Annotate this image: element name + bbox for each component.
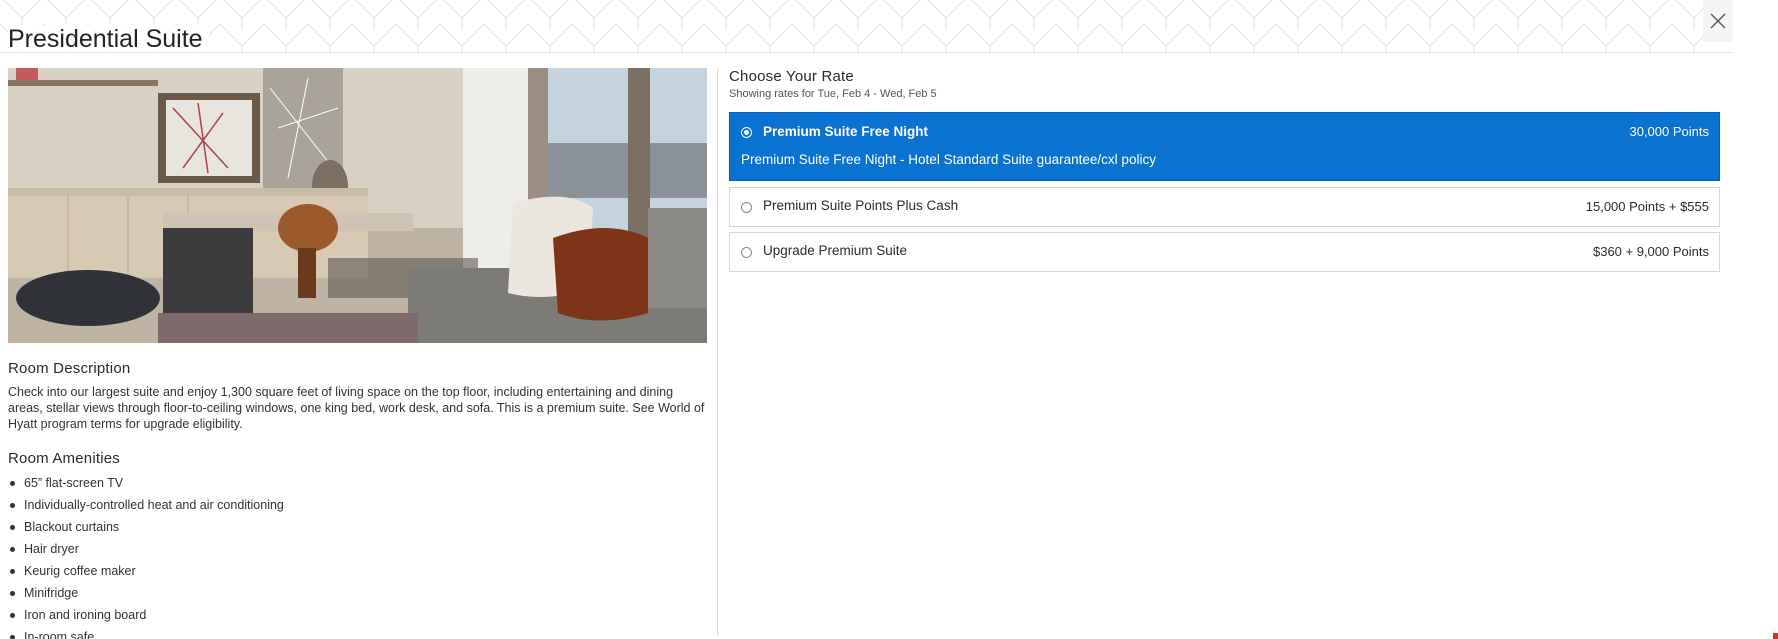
corner-mark <box>1773 633 1778 639</box>
header-pattern-stroke <box>751 0 789 19</box>
header-pattern-stroke <box>1367 0 1405 19</box>
amenity-item: Iron and ironing board <box>8 604 284 626</box>
amenity-label: 65” flat-screen TV <box>24 476 124 490</box>
bullet-icon <box>10 547 15 552</box>
header-pattern-stroke <box>1499 0 1537 19</box>
header-pattern-stroke <box>1235 0 1273 19</box>
header-pattern-stroke <box>1631 0 1669 19</box>
close-button[interactable] <box>1703 0 1733 42</box>
header-pattern-stroke <box>223 0 261 19</box>
rate-price: 15,000 Points + $555 <box>1585 199 1709 214</box>
amenities-list: 65” flat-screen TV Individually-controll… <box>8 472 284 639</box>
header-pattern-stroke <box>487 0 525 19</box>
bullet-icon <box>10 525 15 530</box>
amenity-item: In-room safe <box>8 626 284 639</box>
amenity-item: Minifridge <box>8 582 284 604</box>
rate-name: Upgrade Premium Suite <box>763 243 908 258</box>
header-pattern-stroke <box>1455 0 1493 19</box>
rate-price: $360 + 9,000 Points <box>1592 244 1709 259</box>
rate-name: Premium Suite Free Night <box>763 124 929 139</box>
modal-header: Presidential Suite <box>0 0 1733 53</box>
header-pattern-stroke <box>575 0 613 19</box>
room-amenities-heading: Room Amenities <box>8 450 121 467</box>
rate-option-upgrade-premium-suite[interactable]: Upgrade Premium Suite $360 + 9,000 Point… <box>729 232 1720 272</box>
room-details-modal: Presidential Suite Room Description Chec… <box>0 0 1733 639</box>
header-pattern-stroke <box>1103 0 1141 19</box>
bullet-icon <box>10 481 15 486</box>
header-pattern-stroke <box>1323 0 1361 19</box>
header-pattern-stroke <box>883 0 921 19</box>
header-pattern-stroke <box>47 0 85 19</box>
header-pattern-stroke <box>3 0 41 19</box>
header-pattern-stroke <box>663 0 701 19</box>
close-icon <box>1710 13 1726 29</box>
header-pattern-stroke <box>707 0 745 19</box>
header-pattern-stroke <box>1279 0 1317 19</box>
panel-divider <box>717 68 718 636</box>
header-pattern-stroke <box>1411 0 1449 19</box>
header-pattern-stroke <box>91 0 129 19</box>
header-pattern-stroke <box>1059 0 1097 19</box>
header-pattern-stroke <box>1147 0 1185 19</box>
amenity-label: Iron and ironing board <box>24 608 147 622</box>
bullet-icon <box>10 569 15 574</box>
rate-dates-subheading: Showing rates for Tue, Feb 4 - Wed, Feb … <box>729 88 937 100</box>
amenity-label: In-room safe <box>24 630 95 639</box>
choose-rate-heading: Choose Your Rate <box>729 68 854 85</box>
amenity-item: Individually-controlled heat and air con… <box>8 494 284 516</box>
header-pattern-stroke <box>1015 0 1053 19</box>
header-pattern-stroke <box>1587 0 1625 19</box>
room-description-text: Check into our largest suite and enjoy 1… <box>8 385 705 431</box>
amenity-item: Blackout curtains <box>8 516 284 538</box>
bullet-icon <box>10 635 15 639</box>
header-pattern-stroke <box>619 0 657 19</box>
rate-price: 30,000 Points <box>1629 124 1709 139</box>
rate-option-points-plus-cash[interactable]: Premium Suite Points Plus Cash 15,000 Po… <box>729 187 1720 227</box>
amenity-label: Blackout curtains <box>24 520 120 534</box>
header-pattern-stroke <box>399 0 437 19</box>
header-pattern-stroke <box>971 0 1009 19</box>
header-pattern-stroke <box>927 0 965 19</box>
bullet-icon <box>10 613 15 618</box>
bullet-icon <box>10 503 15 508</box>
rate-name: Premium Suite Points Plus Cash <box>763 198 959 213</box>
rate-option-premium-suite-free-night[interactable]: Premium Suite Free Night 30,000 Points P… <box>729 112 1720 181</box>
header-pattern-stroke <box>839 0 877 19</box>
header-pattern-stroke <box>179 0 217 19</box>
header-pattern-stroke <box>355 0 393 19</box>
bullet-icon <box>10 591 15 596</box>
header-pattern-stroke <box>135 0 173 19</box>
room-description-heading: Room Description <box>8 360 131 377</box>
radio-icon[interactable] <box>741 247 752 258</box>
page-title: Presidential Suite <box>8 24 209 52</box>
amenity-item: Hair dryer <box>8 538 284 560</box>
header-pattern-stroke <box>311 0 349 19</box>
amenity-item: 65” flat-screen TV <box>8 472 284 494</box>
radio-icon[interactable] <box>741 202 752 213</box>
room-info-panel: Room Description Check into our largest … <box>8 68 707 639</box>
rate-description: Premium Suite Free Night - Hotel Standar… <box>741 152 1156 167</box>
amenity-item: Keurig coffee maker <box>8 560 284 582</box>
room-photo <box>8 68 707 343</box>
amenity-label: Individually-controlled heat and air con… <box>24 498 284 512</box>
amenity-label: Hair dryer <box>24 542 79 556</box>
radio-selected-icon[interactable] <box>741 127 752 138</box>
header-pattern-stroke <box>443 0 481 19</box>
amenity-label: Minifridge <box>24 586 79 600</box>
header-pattern-stroke <box>1543 0 1581 19</box>
header-pattern-stroke <box>1191 0 1229 19</box>
header-pattern-stroke <box>531 0 569 19</box>
amenity-label: Keurig coffee maker <box>24 564 136 578</box>
header-pattern-stroke <box>795 0 833 19</box>
header-pattern-stroke <box>267 0 305 19</box>
header-pattern <box>0 0 1733 52</box>
